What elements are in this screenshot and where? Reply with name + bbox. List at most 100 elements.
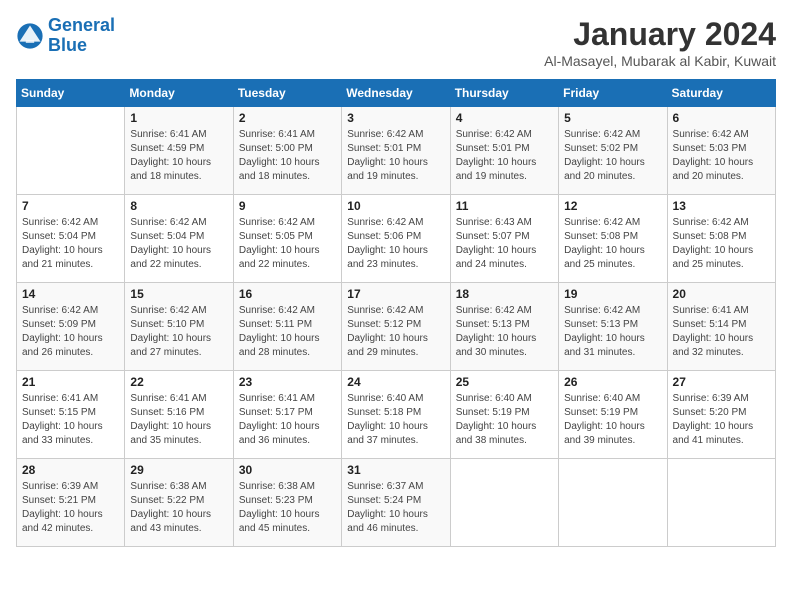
location-title: Al-Masayel, Mubarak al Kabir, Kuwait [544,53,776,69]
calendar-cell: 10Sunrise: 6:42 AMSunset: 5:06 PMDayligh… [342,195,450,283]
calendar-cell: 20 Sunrise: 6:41 AMSunset: 5:14 PMDayligh… [667,283,775,371]
calendar-cell: 26Sunrise: 6:40 AMSunset: 5:19 PMDayligh… [559,371,667,459]
weekday-header-thursday: Thursday [450,80,558,107]
calendar-cell: 23Sunrise: 6:41 AMSunset: 5:17 PMDayligh… [233,371,341,459]
logo: General Blue [16,16,115,56]
calendar-week-2: 7 Sunrise: 6:42 AMSunset: 5:04 PMDaylight… [17,195,776,283]
calendar-cell: 24Sunrise: 6:40 AMSunset: 5:18 PMDayligh… [342,371,450,459]
calendar-week-1: 1 Sunrise: 6:41 AMSunset: 4:59 PMDaylight… [17,107,776,195]
calendar-cell: 28 Sunrise: 6:39 AMSunset: 5:21 PMDayligh… [17,459,125,547]
day-number: 10 [347,199,444,213]
calendar-cell: 18Sunrise: 6:42 AMSunset: 5:13 PMDayligh… [450,283,558,371]
weekday-header-wednesday: Wednesday [342,80,450,107]
calendar-week-3: 14 Sunrise: 6:42 AMSunset: 5:09 PMDayligh… [17,283,776,371]
day-info: Sunrise: 6:43 AMSunset: 5:07 PMDaylight:… [456,216,553,272]
calendar-cell: 2 Sunrise: 6:41 AMSunset: 5:00 PMDaylight… [233,107,341,195]
day-number: 29 [130,463,227,477]
day-number: 26 [564,375,661,389]
day-info: Sunrise: 6:42 AMSunset: 5:08 PMDaylight:… [673,216,770,272]
day-info: Sunrise: 6:42 AMSunset: 5:01 PMDaylight:… [347,128,444,184]
day-info: Sunrise: 6:42 AMSunset: 5:13 PMDaylight:… [564,304,661,360]
day-number: 16 [239,287,336,301]
logo-text: General Blue [48,16,115,56]
day-number: 11 [456,199,553,213]
day-number: 21 [22,375,119,389]
calendar-cell: 31 Sunrise: 6:37 AMSunset: 5:24 PMDayligh… [342,459,450,547]
calendar-cell [450,459,558,547]
calendar-cell: 27Sunrise: 6:39 AMSunset: 5:20 PMDayligh… [667,371,775,459]
day-number: 22 [130,375,227,389]
day-info: Sunrise: 6:42 AMSunset: 5:01 PMDaylight:… [456,128,553,184]
calendar-cell: 1 Sunrise: 6:41 AMSunset: 4:59 PMDaylight… [125,107,233,195]
calendar-cell [559,459,667,547]
day-number: 5 [564,111,661,125]
day-info: Sunrise: 6:42 AMSunset: 5:10 PMDaylight:… [130,304,227,360]
day-number: 20 [673,287,770,301]
title-block: January 2024 Al-Masayel, Mubarak al Kabi… [544,16,776,69]
day-info: Sunrise: 6:42 AMSunset: 5:08 PMDaylight:… [564,216,661,272]
calendar-cell: 6 Sunrise: 6:42 AMSunset: 5:03 PMDaylight… [667,107,775,195]
day-number: 1 [130,111,227,125]
calendar-cell [667,459,775,547]
calendar-cell: 16Sunrise: 6:42 AMSunset: 5:11 PMDayligh… [233,283,341,371]
calendar-cell: 25 Sunrise: 6:40 AMSunset: 5:19 PMDayligh… [450,371,558,459]
day-number: 28 [22,463,119,477]
calendar-cell: 12 Sunrise: 6:42 AMSunset: 5:08 PMDayligh… [559,195,667,283]
weekday-header-monday: Monday [125,80,233,107]
day-info: Sunrise: 6:41 AMSunset: 5:16 PMDaylight:… [130,392,227,448]
calendar-cell: 5Sunrise: 6:42 AMSunset: 5:02 PMDaylight… [559,107,667,195]
day-info: Sunrise: 6:42 AMSunset: 5:09 PMDaylight:… [22,304,119,360]
calendar-cell [17,107,125,195]
calendar-cell: 22 Sunrise: 6:41 AMSunset: 5:16 PMDayligh… [125,371,233,459]
weekday-header-tuesday: Tuesday [233,80,341,107]
calendar-cell: 8Sunrise: 6:42 AMSunset: 5:04 PMDaylight… [125,195,233,283]
month-title: January 2024 [544,16,776,53]
calendar-cell: 21Sunrise: 6:41 AMSunset: 5:15 PMDayligh… [17,371,125,459]
day-number: 2 [239,111,336,125]
day-info: Sunrise: 6:37 AMSunset: 5:24 PMDaylight:… [347,480,444,536]
calendar-cell: 17 Sunrise: 6:42 AMSunset: 5:12 PMDayligh… [342,283,450,371]
calendar-cell: 29Sunrise: 6:38 AMSunset: 5:22 PMDayligh… [125,459,233,547]
day-number: 7 [22,199,119,213]
calendar-cell: 4 Sunrise: 6:42 AMSunset: 5:01 PMDaylight… [450,107,558,195]
day-info: Sunrise: 6:42 AMSunset: 5:05 PMDaylight:… [239,216,336,272]
day-number: 4 [456,111,553,125]
day-number: 15 [130,287,227,301]
day-number: 13 [673,199,770,213]
day-number: 12 [564,199,661,213]
day-number: 17 [347,287,444,301]
day-number: 9 [239,199,336,213]
calendar-cell: 30Sunrise: 6:38 AMSunset: 5:23 PMDayligh… [233,459,341,547]
day-info: Sunrise: 6:41 AMSunset: 5:00 PMDaylight:… [239,128,336,184]
calendar-cell: 19Sunrise: 6:42 AMSunset: 5:13 PMDayligh… [559,283,667,371]
day-info: Sunrise: 6:42 AMSunset: 5:12 PMDaylight:… [347,304,444,360]
logo-icon [16,22,44,50]
day-number: 30 [239,463,336,477]
calendar-cell: 7 Sunrise: 6:42 AMSunset: 5:04 PMDaylight… [17,195,125,283]
day-number: 18 [456,287,553,301]
day-info: Sunrise: 6:41 AMSunset: 5:14 PMDaylight:… [673,304,770,360]
weekday-header-row: SundayMondayTuesdayWednesdayThursdayFrid… [17,80,776,107]
calendar-week-4: 21Sunrise: 6:41 AMSunset: 5:15 PMDayligh… [17,371,776,459]
day-number: 31 [347,463,444,477]
day-info: Sunrise: 6:42 AMSunset: 5:03 PMDaylight:… [673,128,770,184]
day-number: 25 [456,375,553,389]
day-number: 14 [22,287,119,301]
day-number: 8 [130,199,227,213]
calendar-cell: 13 Sunrise: 6:42 AMSunset: 5:08 PMDayligh… [667,195,775,283]
day-info: Sunrise: 6:40 AMSunset: 5:19 PMDaylight:… [456,392,553,448]
weekday-header-friday: Friday [559,80,667,107]
calendar-cell: 9 Sunrise: 6:42 AMSunset: 5:05 PMDaylight… [233,195,341,283]
day-info: Sunrise: 6:41 AMSunset: 5:17 PMDaylight:… [239,392,336,448]
day-info: Sunrise: 6:39 AMSunset: 5:21 PMDaylight:… [22,480,119,536]
calendar-cell: 15 Sunrise: 6:42 AMSunset: 5:10 PMDayligh… [125,283,233,371]
day-info: Sunrise: 6:41 AMSunset: 4:59 PMDaylight:… [130,128,227,184]
day-number: 6 [673,111,770,125]
day-number: 27 [673,375,770,389]
weekday-header-sunday: Sunday [17,80,125,107]
logo-line2: Blue [48,35,87,55]
day-info: Sunrise: 6:42 AMSunset: 5:04 PMDaylight:… [22,216,119,272]
calendar-cell: 11 Sunrise: 6:43 AMSunset: 5:07 PMDayligh… [450,195,558,283]
day-info: Sunrise: 6:40 AMSunset: 5:18 PMDaylight:… [347,392,444,448]
weekday-header-saturday: Saturday [667,80,775,107]
